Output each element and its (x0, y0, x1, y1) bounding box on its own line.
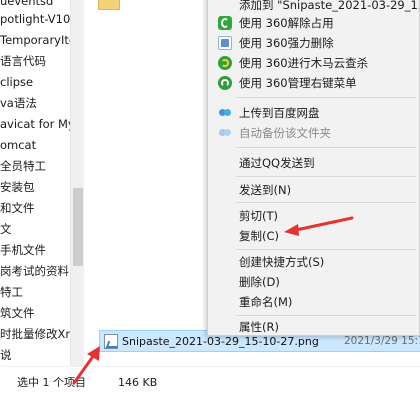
navigation-pane: ueventsd potlight-V100 TemporaryIten 语言代… (0, 0, 84, 366)
menu-item-label: 创建快捷方式(S) (239, 255, 325, 269)
menu-separator (236, 315, 416, 316)
menu-separator (236, 176, 416, 177)
menu-item-label: 重命名(M) (239, 295, 293, 309)
menu-item-label: 剪切(T) (239, 209, 278, 223)
menu-item-upload-baidu[interactable]: 上传到百度网盘 (208, 103, 419, 123)
menu-item-label: 使用 360强力删除 (239, 36, 334, 50)
menu-item-rename[interactable]: 重命名(M) (208, 292, 419, 312)
nav-scrollbar-thumb[interactable] (73, 188, 83, 266)
360-shred-icon (218, 36, 232, 50)
menu-item-360-menu-manager[interactable]: 使用 360管理右键菜单 (208, 73, 419, 93)
context-menu: 添加到 "Snipaste_2021-03-29_15-1 使用 360解除占用… (207, 0, 420, 336)
folder-icon (98, 0, 120, 10)
menu-item-send-to[interactable]: 发送到(N) (208, 180, 419, 200)
menu-item-label: 通过QQ发送到 (239, 156, 315, 170)
360-virus-scan-icon (218, 56, 232, 70)
menu-separator (236, 147, 416, 148)
menu-item-label: 删除(D) (239, 275, 280, 289)
folder-item[interactable] (98, 0, 122, 12)
menu-item-360-unlock[interactable]: 使用 360解除占用 (208, 13, 419, 33)
menu-item-send-via-qq[interactable]: 通过QQ发送到 (208, 153, 419, 173)
annotation-arrow-file (72, 346, 100, 385)
file-modified-date: 2021/3/29 15:10 (344, 335, 420, 347)
annotation-arrow-copy (284, 216, 354, 236)
menu-separator (236, 202, 416, 203)
menu-item-delete[interactable]: 删除(D) (208, 272, 419, 292)
menu-item-label: 使用 360管理右键菜单 (239, 76, 357, 90)
baidu-cloud-icon (218, 106, 232, 120)
menu-item-label: 发送到(N) (239, 183, 292, 197)
menu-item-360-virus-scan[interactable]: 使用 360进行木马云查杀 (208, 53, 419, 73)
360-unlock-icon (218, 16, 232, 30)
menu-item-create-shortcut[interactable]: 创建快捷方式(S) (208, 252, 419, 272)
nav-scrollbar[interactable] (70, 0, 84, 366)
menu-item-label: 使用 360进行木马云查杀 (239, 56, 369, 70)
menu-item-label: 复制(C) (239, 229, 280, 243)
status-bar: 选中 1 个项目 146 KB (0, 366, 420, 400)
menu-item-label: 属性(R) (239, 320, 279, 334)
menu-item-properties[interactable]: 属性(R) (208, 317, 419, 335)
menu-item-label: 上传到百度网盘 (239, 106, 320, 120)
menu-item-360-shred[interactable]: 使用 360强力删除 (208, 33, 419, 53)
file-name: Snipaste_2021-03-29_15-10-27.png (122, 335, 319, 348)
menu-item-label: 自动备份该文件夹 (239, 126, 331, 140)
baidu-cloud-backup-icon (218, 126, 232, 140)
selection-size: 146 KB (118, 376, 158, 389)
menu-item-auto-backup: 自动备份该文件夹 (208, 123, 419, 143)
png-image-icon (104, 334, 118, 349)
menu-item-label: 使用 360解除占用 (239, 16, 334, 30)
360-menu-manager-icon (218, 76, 232, 90)
menu-separator (236, 249, 416, 250)
menu-separator (236, 97, 416, 98)
